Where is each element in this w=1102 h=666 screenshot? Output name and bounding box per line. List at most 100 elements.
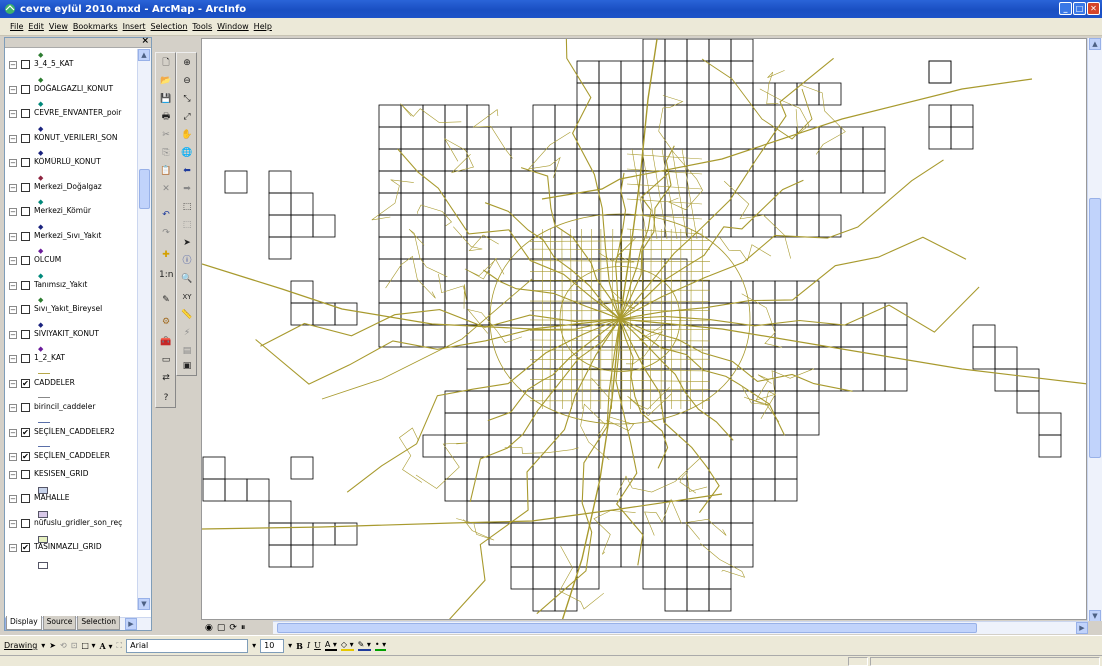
toc-scroll-thumb[interactable] <box>139 169 150 209</box>
layer-visibility-checkbox[interactable] <box>21 469 30 479</box>
print-icon[interactable]: 🖶 <box>159 110 173 124</box>
layer-visibility-checkbox[interactable] <box>21 158 30 167</box>
open-folder-icon[interactable]: 📂 <box>159 74 173 88</box>
font-size-dropdown[interactable]: 10 <box>260 638 285 653</box>
layer-item[interactable]: − ✔ SEÇİLEN_CADDELER <box>9 442 137 466</box>
menu-view[interactable]: View <box>49 22 68 31</box>
scale-icon[interactable]: 1:n <box>159 268 173 282</box>
scroll-up-icon[interactable]: ▲ <box>1089 38 1101 50</box>
fixed-zoom-out-icon[interactable]: ⤢ <box>180 110 194 124</box>
tab-source[interactable]: Source <box>42 616 77 630</box>
underline-icon[interactable]: U <box>314 641 321 650</box>
scroll-down-icon[interactable]: ▼ <box>138 598 150 610</box>
collapse-icon[interactable]: − <box>9 355 17 363</box>
time-slider-icon[interactable]: ▣ <box>180 359 194 373</box>
tab-selection[interactable]: Selection <box>77 616 120 630</box>
collapse-icon[interactable]: − <box>9 159 17 167</box>
back-extent-icon[interactable]: ⬅ <box>180 164 194 178</box>
menu-tools[interactable]: Tools <box>192 22 212 31</box>
scroll-right-icon[interactable]: ▶ <box>1076 622 1088 634</box>
layer-visibility-checkbox[interactable]: ✔ <box>21 427 30 437</box>
layer-visibility-checkbox[interactable] <box>21 207 30 216</box>
go-to-xy-icon[interactable]: XY <box>180 290 194 304</box>
chevron-down-icon[interactable]: ▾ <box>288 641 292 650</box>
measure-icon[interactable]: 📏 <box>180 308 194 322</box>
close-button[interactable]: ✕ <box>1087 2 1100 15</box>
paste-icon[interactable]: 📋 <box>159 164 173 178</box>
italic-icon[interactable]: I <box>307 641 310 650</box>
layer-item[interactable]: ◆ − KÖMÜRLÜ_KONUT <box>9 148 137 172</box>
collapse-icon[interactable]: − <box>9 453 17 461</box>
refresh-icon[interactable]: ⟳ <box>229 623 237 633</box>
collapse-icon[interactable]: − <box>9 257 17 265</box>
map-horizontal-scrollbar[interactable]: ▶ <box>273 621 1088 634</box>
select-elements-icon[interactable]: ➤ <box>49 641 56 650</box>
modelbuilder-icon[interactable]: ⇄ <box>159 371 173 385</box>
collapse-icon[interactable]: − <box>9 110 17 118</box>
collapse-icon[interactable]: − <box>9 544 17 552</box>
fixed-zoom-in-icon[interactable]: ⤡ <box>180 92 194 106</box>
collapse-icon[interactable]: − <box>9 428 17 437</box>
menu-file[interactable]: File <box>10 22 23 31</box>
collapse-icon[interactable]: − <box>9 134 17 143</box>
map-view[interactable] <box>201 38 1087 620</box>
menu-help[interactable]: Help <box>254 22 272 31</box>
layer-item[interactable]: ◆ − SIVIYAKIT_KONUT <box>9 320 137 344</box>
menu-window[interactable]: Window <box>217 22 249 31</box>
data-view-icon[interactable]: ◉ <box>205 623 213 633</box>
layer-item[interactable]: ◆ − 3_4_5_KAT <box>9 50 137 74</box>
text-icon[interactable]: A ▾ <box>100 641 113 651</box>
layout-view-icon[interactable]: ▢ <box>217 623 226 633</box>
fill-color-icon[interactable]: ◇ ▾ <box>340 640 354 651</box>
menu-bookmarks[interactable]: Bookmarks <box>73 22 118 31</box>
collapse-icon[interactable]: − <box>9 470 17 479</box>
line-color-icon[interactable]: ✎ ▾ <box>357 640 371 651</box>
layer-visibility-checkbox[interactable] <box>21 403 30 412</box>
menu-edit[interactable]: Edit <box>28 22 44 31</box>
find-icon[interactable]: 🔍 <box>180 272 194 286</box>
zoom-to-selected-icon[interactable]: ⊡ <box>71 641 78 650</box>
pan-icon[interactable]: ✋ <box>180 128 194 142</box>
identify-icon[interactable]: ⓘ <box>180 254 194 268</box>
layer-visibility-checkbox[interactable] <box>21 256 30 265</box>
layer-visibility-checkbox[interactable]: ✔ <box>21 452 30 461</box>
menu-selection[interactable]: Selection <box>151 22 188 31</box>
new-document-icon[interactable]: 🗋 <box>159 56 173 70</box>
layer-item[interactable]: − ✔ CADDELER <box>9 369 137 393</box>
toc-vertical-scrollbar[interactable]: ▲ ▼ <box>137 49 151 610</box>
redo-icon[interactable]: ↷ <box>159 226 173 240</box>
collapse-icon[interactable]: − <box>9 519 17 528</box>
layer-visibility-checkbox[interactable]: ✔ <box>21 378 30 388</box>
collapse-icon[interactable]: − <box>9 306 17 314</box>
map-vertical-scrollbar[interactable]: ▲ ▼ <box>1087 38 1102 622</box>
layer-visibility-checkbox[interactable] <box>21 280 30 290</box>
minimize-button[interactable]: _ <box>1059 2 1072 15</box>
scroll-right-icon[interactable]: ▶ <box>125 618 137 630</box>
layer-item[interactable]: − KESISEN_GRID <box>9 467 137 494</box>
bold-icon[interactable]: B <box>296 641 303 651</box>
marker-color-icon[interactable]: • ▾ <box>374 640 387 651</box>
cut-icon[interactable]: ✂ <box>159 128 173 142</box>
save-icon[interactable]: 💾 <box>159 92 173 106</box>
layer-item[interactable]: ◆ − 1_2_KAT <box>9 344 137 368</box>
chevron-down-icon[interactable]: ▾ <box>41 641 45 650</box>
collapse-icon[interactable]: − <box>9 281 17 290</box>
menu-insert[interactable]: Insert <box>123 22 146 31</box>
collapse-icon[interactable]: − <box>9 495 17 503</box>
rotate-icon[interactable]: ⟲ <box>60 641 67 650</box>
copy-icon[interactable]: ⎘ <box>159 146 173 160</box>
layer-visibility-checkbox[interactable] <box>21 231 30 241</box>
toolbox-icon[interactable]: 🧰 <box>159 335 173 349</box>
layer-item[interactable]: − MAHALLE <box>9 491 137 518</box>
layer-item[interactable]: ◆ − Tanımsız_Yakıt <box>9 271 137 295</box>
layer-visibility-checkbox[interactable] <box>21 182 30 192</box>
collapse-icon[interactable]: − <box>9 208 17 216</box>
close-icon[interactable]: × <box>141 36 149 46</box>
collapse-icon[interactable]: − <box>9 61 17 69</box>
undo-icon[interactable]: ↶ <box>159 208 173 222</box>
layer-visibility-checkbox[interactable] <box>21 329 30 339</box>
layer-item[interactable]: ◆ − DOĞALGAZLI_KONUT <box>9 75 137 99</box>
forward-extent-icon[interactable]: ➡ <box>180 182 194 196</box>
collapse-icon[interactable]: − <box>9 232 17 241</box>
collapse-icon[interactable]: − <box>9 85 17 94</box>
